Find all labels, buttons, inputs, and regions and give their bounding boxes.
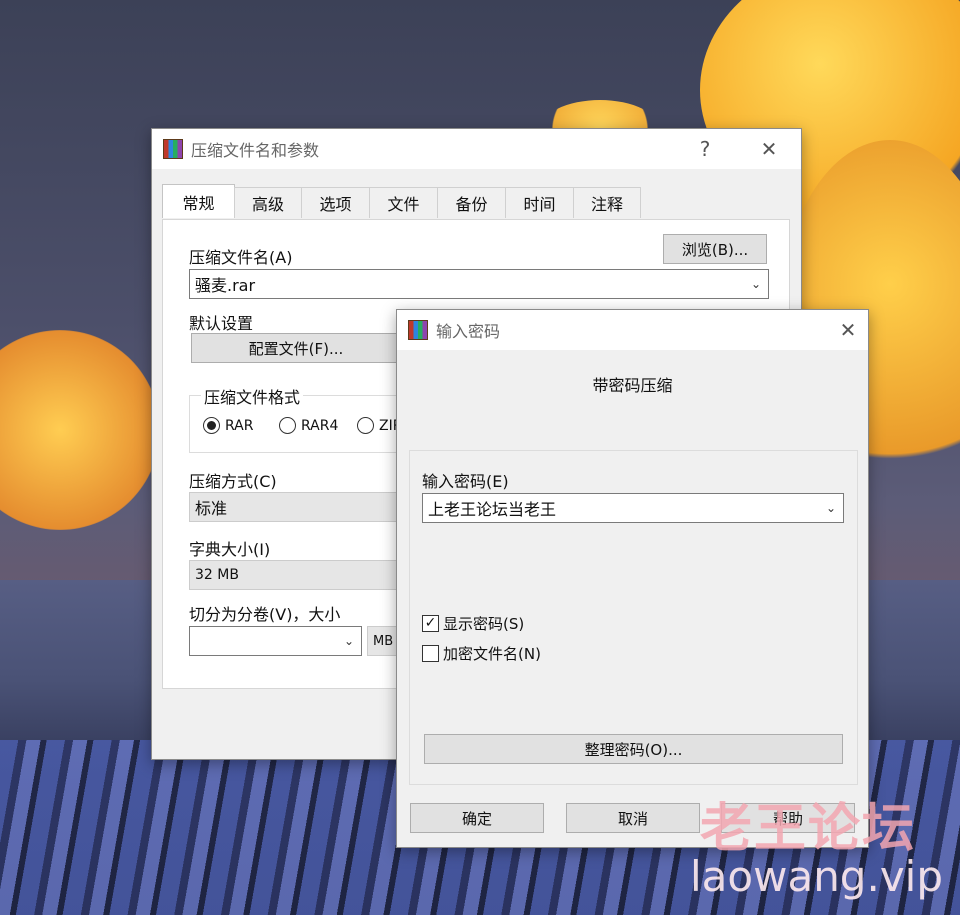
help-icon[interactable]: ? [690,137,720,161]
password-value: 上老王论坛当老王 [428,500,557,519]
password-dialog-heading: 带密码压缩 [592,376,673,395]
ok-button[interactable]: 确定 [410,803,544,833]
encrypt-filenames-label: 加密文件名(N) [443,645,541,663]
default-settings-label: 默认设置 [189,314,254,333]
tab-backup[interactable]: 备份 [437,187,506,218]
password-panel: 输入密码(E) 上老王论坛当老王 ⌄ ✓ 显示密码(S) 加密文件名(N) 整理… [409,450,858,785]
archive-name-value: 骚麦.rar [195,276,256,295]
encrypt-filenames-checkbox[interactable]: 加密文件名(N) [422,643,541,664]
tab-options[interactable]: 选项 [301,187,370,218]
profiles-button[interactable]: 配置文件(F)... [191,333,401,363]
radio-selected-icon [203,417,220,434]
split-volumes-label: 切分为分卷(V)，大小 [189,605,341,624]
split-unit-value: MB [373,633,394,649]
chevron-down-icon[interactable]: ⌄ [750,278,762,290]
cancel-button[interactable]: 取消 [566,803,700,833]
password-dialog-title: 输入密码 [436,322,501,341]
close-icon[interactable]: ✕ [754,137,784,161]
radio-unselected-icon [357,417,374,434]
archive-format-label: 压缩文件格式 [201,384,304,408]
tab-files[interactable]: 文件 [369,187,438,218]
archive-dialog-title: 压缩文件名和参数 [191,141,320,160]
compression-method-label: 压缩方式(C) [189,472,277,491]
show-password-label: 显示密码(S) [443,615,525,633]
archive-name-label: 压缩文件名(A) [189,248,293,267]
split-volumes-combo[interactable]: ⌄ [189,626,362,656]
show-password-checkbox[interactable]: ✓ 显示密码(S) [422,613,524,634]
winrar-app-icon [163,139,183,159]
archive-dialog-titlebar: 压缩文件名和参数 ? ✕ [152,129,801,169]
password-combo[interactable]: 上老王论坛当老王 ⌄ [422,493,844,523]
radio-unselected-icon [279,417,296,434]
dictionary-size-value: 32 MB [195,567,239,583]
archive-name-combo[interactable]: 骚麦.rar ⌄ [189,269,769,299]
password-dialog-titlebar: 输入密码 ✕ [397,310,868,350]
format-rar-radio[interactable]: RAR [203,417,253,434]
tab-comment[interactable]: 注释 [573,187,641,218]
dictionary-size-combo[interactable]: 32 MB [189,560,399,590]
chevron-down-icon[interactable]: ⌄ [343,635,355,647]
tab-general[interactable]: 常规 [162,184,235,218]
format-rar-label: RAR [225,417,254,434]
organize-passwords-button[interactable]: 整理密码(O)... [424,734,843,764]
format-rar4-radio[interactable]: RAR4 [279,417,338,434]
compression-method-combo[interactable]: 标准 [189,492,399,522]
tab-advanced[interactable]: 高级 [234,187,302,218]
checkbox-checked-icon: ✓ [422,615,439,632]
chevron-down-icon[interactable]: ⌄ [825,502,837,514]
watermark-chinese: 老王论坛 [700,799,917,859]
password-label: 输入密码(E) [422,472,509,491]
dictionary-size-label: 字典大小(I) [189,540,271,559]
compression-method-value: 标准 [195,499,228,518]
close-icon[interactable]: ✕ [833,318,863,342]
tab-strip: 常规 高级 选项 文件 备份 时间 注释 [162,184,641,218]
checkbox-unchecked-icon [422,645,439,662]
winrar-app-icon [408,320,428,340]
wallpaper-cloud [0,330,160,530]
browse-button[interactable]: 浏览(B)... [663,234,767,264]
format-rar4-label: RAR4 [301,417,339,434]
tab-time[interactable]: 时间 [505,187,574,218]
format-zip-radio[interactable]: ZIP [357,417,401,434]
password-dialog: 输入密码 ✕ 带密码压缩 输入密码(E) 上老王论坛当老王 ⌄ ✓ 显示密码(S… [396,309,869,848]
watermark-url: laowang.vip [690,852,944,901]
